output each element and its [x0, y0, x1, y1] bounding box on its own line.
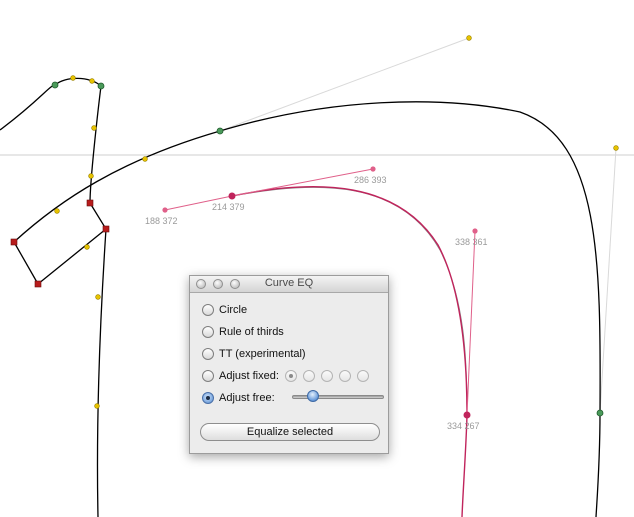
radio-tt-experimental[interactable]	[202, 348, 214, 360]
option-label: Adjust free:	[219, 392, 275, 404]
option-label: Rule of thirds	[219, 326, 284, 338]
outline-segment	[13, 241, 39, 285]
point-coordinate: 188 372	[145, 216, 178, 226]
oncurve-point[interactable]	[463, 411, 471, 419]
handle-line	[466, 230, 476, 416]
handle-line	[231, 168, 374, 197]
offcurve-point[interactable]	[95, 294, 101, 300]
fixed-choice-radio[interactable]	[284, 370, 297, 382]
offcurve-point[interactable]	[142, 156, 148, 162]
point-coordinate: 214 379	[212, 202, 245, 212]
option-label: Adjust fixed:	[219, 370, 279, 382]
option-label: TT (experimental)	[219, 348, 306, 360]
corner-point[interactable]	[102, 225, 110, 233]
option-rule-of-thirds[interactable]: Rule of thirds	[202, 324, 284, 340]
offcurve-point[interactable]	[472, 228, 478, 234]
radio-adjust-fixed[interactable]	[202, 370, 214, 382]
option-tt-experimental[interactable]: TT (experimental)	[202, 346, 306, 362]
offcurve-point[interactable]	[70, 75, 76, 81]
fixed-choice-radio[interactable]	[320, 370, 333, 382]
curve-eq-panel: Curve EQ Circle Rule of thirds TT (exper…	[189, 275, 389, 454]
radio-rule-of-thirds[interactable]	[202, 326, 214, 338]
offcurve-point[interactable]	[613, 145, 619, 151]
oncurve-point[interactable]	[596, 409, 604, 417]
corner-point[interactable]	[86, 199, 94, 207]
radio-adjust-free[interactable]	[202, 392, 214, 404]
oncurve-point[interactable]	[216, 127, 224, 135]
oncurve-point[interactable]	[228, 192, 236, 200]
equalize-selected-button[interactable]: Equalize selected	[200, 423, 380, 441]
offcurve-point[interactable]	[84, 244, 90, 250]
adjust-free-slider[interactable]	[292, 395, 384, 399]
oncurve-point[interactable]	[97, 82, 105, 90]
corner-point[interactable]	[34, 280, 42, 288]
outline-segment	[37, 228, 107, 285]
option-adjust-free[interactable]: Adjust free:	[202, 390, 275, 406]
option-circle[interactable]: Circle	[202, 302, 247, 318]
corner-point[interactable]	[10, 238, 18, 246]
offcurve-point[interactable]	[54, 208, 60, 214]
fixed-choice-radio[interactable]	[356, 370, 369, 382]
offcurve-point[interactable]	[162, 207, 168, 213]
point-coordinate: 286 393	[354, 175, 387, 185]
oncurve-point[interactable]	[51, 81, 59, 89]
option-adjust-fixed[interactable]: Adjust fixed:	[202, 368, 375, 384]
radio-circle[interactable]	[202, 304, 214, 316]
offcurve-point[interactable]	[88, 173, 94, 179]
fixed-choice-radio[interactable]	[338, 370, 351, 382]
outline-segment	[89, 202, 107, 517]
panel-titlebar[interactable]: Curve EQ	[190, 276, 388, 293]
offcurve-point[interactable]	[466, 35, 472, 41]
point-coordinate: 334 267	[447, 421, 480, 431]
offcurve-point[interactable]	[91, 125, 97, 131]
offcurve-point[interactable]	[89, 78, 95, 84]
slider-knob[interactable]	[307, 390, 319, 402]
option-label: Circle	[219, 304, 248, 316]
handle-line	[599, 147, 617, 414]
fixed-choice-radio[interactable]	[302, 370, 315, 382]
point-coordinate: 338 361	[455, 237, 488, 247]
panel-title: Curve EQ	[264, 277, 314, 289]
offcurve-point[interactable]	[94, 403, 100, 409]
outline-segment	[0, 77, 102, 204]
handle-line	[219, 37, 470, 132]
offcurve-point[interactable]	[370, 166, 376, 172]
